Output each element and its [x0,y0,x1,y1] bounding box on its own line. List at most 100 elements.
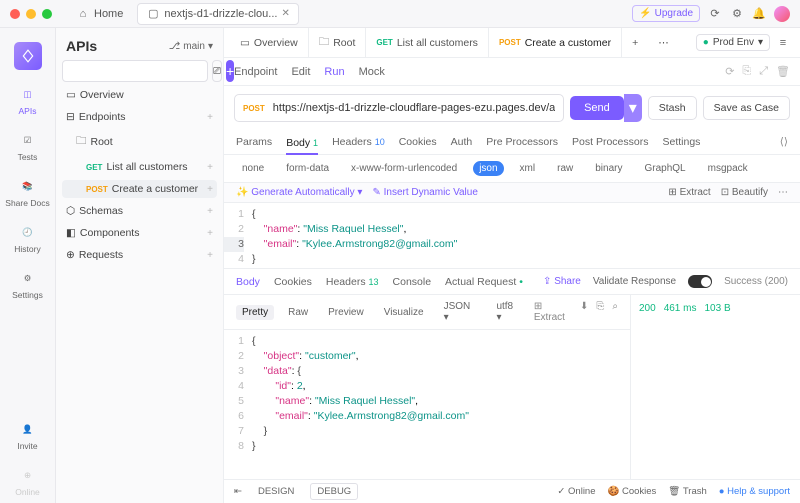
tree-components[interactable]: ◧ Components + [62,224,217,242]
menu-icon[interactable]: ≡ [776,36,790,50]
rtab-headers[interactable]: Headers 13 [326,276,379,288]
rtab-actual-request[interactable]: Actual Request • [445,276,523,288]
content-tab-list-customers[interactable]: GET List all customers [366,28,489,57]
ptab-settings[interactable]: Settings [662,136,700,148]
nav-share-docs[interactable]: 📚 Share Docs [4,170,52,214]
subtab-mock[interactable]: Mock [359,66,385,78]
btype-xml[interactable]: xml [514,161,542,176]
subtab-edit[interactable]: Edit [291,66,310,78]
bell-icon[interactable]: 🔔 [752,7,766,21]
share-button[interactable]: ⇪ Share [543,276,581,287]
stash-button[interactable]: Stash [648,96,697,120]
footer-help[interactable]: ● Help & support [719,486,790,497]
add-mini-icon[interactable]: + [207,162,213,173]
ptab-cookies[interactable]: Cookies [399,136,437,148]
rtab-console[interactable]: Console [393,276,432,288]
search-icon[interactable]: ⌕ [612,301,618,323]
sync-icon[interactable]: ⟳ [708,7,722,21]
btype-binary[interactable]: binary [589,161,628,176]
save-as-case-button[interactable]: Save as Case [703,96,790,120]
tree-schemas[interactable]: ⬡ Schemas + [62,202,217,220]
collapse-icon[interactable]: ⇤ [234,486,242,497]
send-button[interactable]: Send [570,96,624,120]
more-icon[interactable]: ⋯ [778,187,788,198]
close-window[interactable] [10,9,20,19]
add-mini-icon[interactable]: + [207,112,213,123]
tab-overflow-button[interactable]: ⋯ [648,28,679,57]
add-mini-icon[interactable]: + [207,206,213,217]
avatar[interactable] [774,6,790,22]
ptab-pre[interactable]: Pre Processors [486,136,558,148]
btype-urlencoded[interactable]: x-www-form-urlencoded [345,161,463,176]
filter-button[interactable]: ⎚ [212,60,222,82]
nav-online[interactable]: ⊕ Online [4,459,52,503]
rtool-format[interactable]: JSON ▾ [438,299,483,325]
refresh-icon[interactable]: ⟳ [725,65,734,78]
btype-json[interactable]: json [473,161,503,176]
nav-app-logo[interactable] [4,36,52,76]
btype-form-data[interactable]: form-data [280,161,335,176]
branch-selector[interactable]: ⎇ main ▾ [169,41,213,52]
rtab-cookies[interactable]: Cookies [274,276,312,288]
footer-cookies[interactable]: 🍪 Cookies [608,486,657,497]
rtool-raw[interactable]: Raw [282,305,314,320]
nav-history[interactable]: 🕘 History [4,216,52,260]
response-body-editor[interactable]: 12345678 { "object": "customer", "data":… [224,330,630,458]
request-body-editor[interactable]: 1234 { "name": "Miss Raquel Hessel", "em… [224,203,800,268]
url-method[interactable]: POST [243,104,265,113]
sidebar-search-input[interactable] [62,60,208,82]
btype-msgpack[interactable]: msgpack [702,161,754,176]
ptab-params[interactable]: Params [236,136,272,148]
tab-project[interactable]: ▢ nextjs-d1-drizzle-clou... ✕ [137,3,298,25]
ptab-post[interactable]: Post Processors [572,136,648,148]
generate-auto-button[interactable]: ✨ Generate Automatically ▾ [236,187,362,198]
extract-button[interactable]: ⊞ Extract [668,187,710,198]
insert-dynamic-button[interactable]: ✎ Insert Dynamic Value [372,187,477,198]
tree-root-folder[interactable]: 🗀 Root [62,130,217,154]
send-split-button[interactable]: ▾ [624,94,642,122]
ptab-headers[interactable]: Headers 10 [332,136,385,148]
extract-response-button[interactable]: ⊞ Extract [534,301,572,323]
content-tab-root[interactable]: 🗀 Root [309,28,367,57]
nav-settings[interactable]: ⚙ Settings [4,262,52,306]
content-tab-create-customer[interactable]: POST Create a customer [489,28,622,57]
rtool-encoding[interactable]: utf8 ▾ [490,299,525,325]
nav-invite[interactable]: 👤 Invite [4,413,52,457]
expand-icon[interactable]: ⤢ [759,65,768,78]
btype-graphql[interactable]: GraphQL [638,161,691,176]
add-mini-icon[interactable]: + [207,250,213,261]
add-tab-button[interactable]: + [622,28,648,57]
environment-selector[interactable]: ● Prod Env ▾ [696,34,770,51]
ptab-auth[interactable]: Auth [451,136,473,148]
footer-trash[interactable]: 🗑 Trash [668,486,706,497]
rtab-body[interactable]: Body [236,276,260,288]
url-input[interactable] [273,102,555,114]
subtab-endpoint[interactable]: Endpoint [234,66,277,78]
footer-design[interactable]: DESIGN [252,484,300,499]
code-icon[interactable]: ⟨⟩ [780,136,788,148]
btype-raw[interactable]: raw [551,161,579,176]
beautify-button[interactable]: ⊡ Beautify [721,187,768,198]
footer-online[interactable]: ✓ Online [557,486,595,497]
tree-endpoint-list-customers[interactable]: GET List all customers + [62,158,217,176]
ptab-body[interactable]: Body 1 [286,137,318,155]
upgrade-button[interactable]: ⚡ Upgrade [632,5,700,22]
add-mini-icon[interactable]: + [207,228,213,239]
validate-toggle[interactable] [688,275,712,288]
download-icon[interactable]: ⬇ [580,301,588,323]
tree-requests[interactable]: ⊕ Requests + [62,246,217,264]
tree-endpoints[interactable]: ⊟ Endpoints + [62,108,217,126]
content-tab-overview[interactable]: ▭ Overview [230,28,309,57]
rtool-pretty[interactable]: Pretty [236,305,274,320]
add-mini-icon[interactable]: + [207,184,213,195]
copy-icon[interactable]: ⎘ [596,301,604,323]
tab-close-icon[interactable]: ✕ [281,8,289,19]
rtool-preview[interactable]: Preview [322,305,370,320]
tree-overview[interactable]: ▭ Overview [62,86,217,104]
gear-icon[interactable]: ⚙ [730,7,744,21]
nav-tests[interactable]: ☑ Tests [4,124,52,168]
nav-apis[interactable]: ◫ APIs [4,78,52,122]
minimize-window[interactable] [26,9,36,19]
subtab-run[interactable]: Run [324,66,344,78]
maximize-window[interactable] [42,9,52,19]
